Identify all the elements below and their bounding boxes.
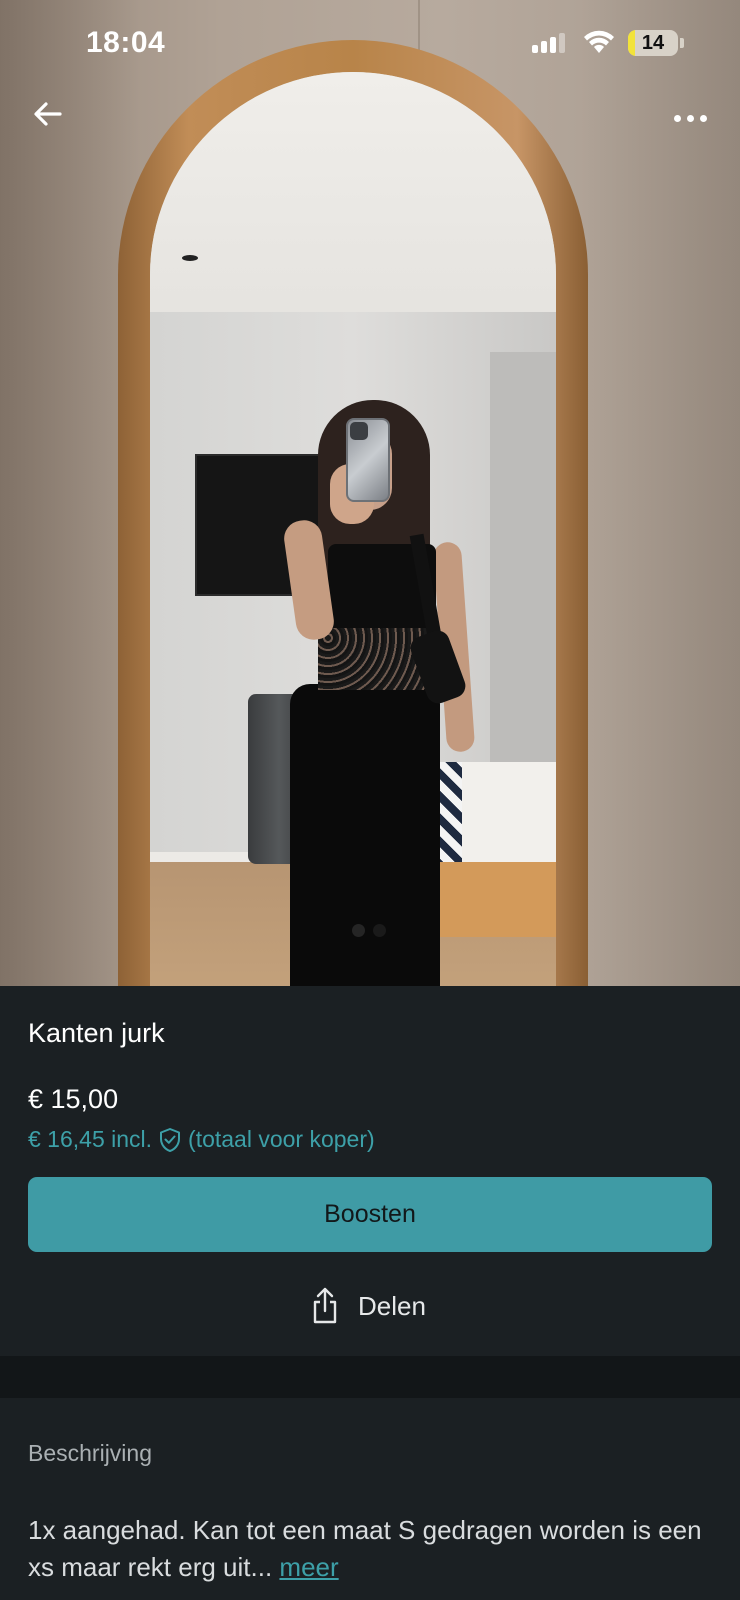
wifi-icon bbox=[584, 30, 614, 53]
arrow-left-icon bbox=[34, 102, 62, 126]
more-options-button[interactable] bbox=[668, 108, 712, 128]
cellular-signal-icon bbox=[532, 33, 565, 53]
listing-title: Kanten jurk bbox=[28, 1018, 165, 1048]
battery-percentage: 14 bbox=[641, 32, 665, 54]
phone-camera bbox=[350, 422, 368, 440]
status-bar: 18:04 14 bbox=[0, 0, 740, 80]
read-more-link[interactable]: meer bbox=[279, 1552, 338, 1582]
share-label: Delen bbox=[358, 1290, 426, 1321]
ceiling-spotlight bbox=[182, 255, 198, 261]
buyer-total-price-value: € 16,45 incl. bbox=[28, 1126, 153, 1152]
boost-button[interactable]: Boosten bbox=[28, 1177, 712, 1252]
description-text: 1x aangehad. Kan tot een maat S gedragen… bbox=[28, 1512, 718, 1586]
listing-price: € 15,00 bbox=[28, 1084, 119, 1114]
shield-check-icon bbox=[160, 1127, 181, 1152]
gallery-dot[interactable] bbox=[373, 924, 386, 937]
description-label: Beschrijving bbox=[28, 1440, 152, 1466]
gallery-dot-active[interactable] bbox=[352, 924, 365, 937]
status-time: 18:04 bbox=[86, 26, 166, 59]
listing-photo[interactable] bbox=[0, 0, 740, 986]
more-horizontal-icon bbox=[686, 114, 694, 122]
share-icon bbox=[313, 1287, 337, 1324]
dress-skirt bbox=[290, 684, 440, 986]
share-button[interactable]: Delen bbox=[310, 1286, 426, 1326]
more-horizontal-icon bbox=[673, 114, 681, 122]
more-horizontal-icon bbox=[699, 114, 707, 122]
photo-wall-shade bbox=[580, 0, 740, 986]
bed-base bbox=[420, 862, 556, 937]
listing-details: Kanten jurk € 15,00 € 16,45 incl. (totaa… bbox=[0, 986, 740, 1356]
battery-icon: 14 bbox=[628, 30, 678, 56]
buyer-total-note: (totaal voor koper) bbox=[188, 1126, 375, 1152]
back-button[interactable] bbox=[30, 96, 66, 132]
mirror-reflection bbox=[150, 72, 556, 986]
buyer-total-price[interactable]: € 16,45 incl. (totaal voor koper) bbox=[28, 1126, 375, 1153]
gallery-pagination bbox=[352, 924, 386, 937]
description-body: 1x aangehad. Kan tot een maat S gedragen… bbox=[28, 1515, 702, 1582]
description-section: Beschrijving 1x aangehad. Kan tot een ma… bbox=[0, 1398, 740, 1600]
battery-nub bbox=[680, 38, 684, 48]
section-separator bbox=[0, 1356, 740, 1398]
